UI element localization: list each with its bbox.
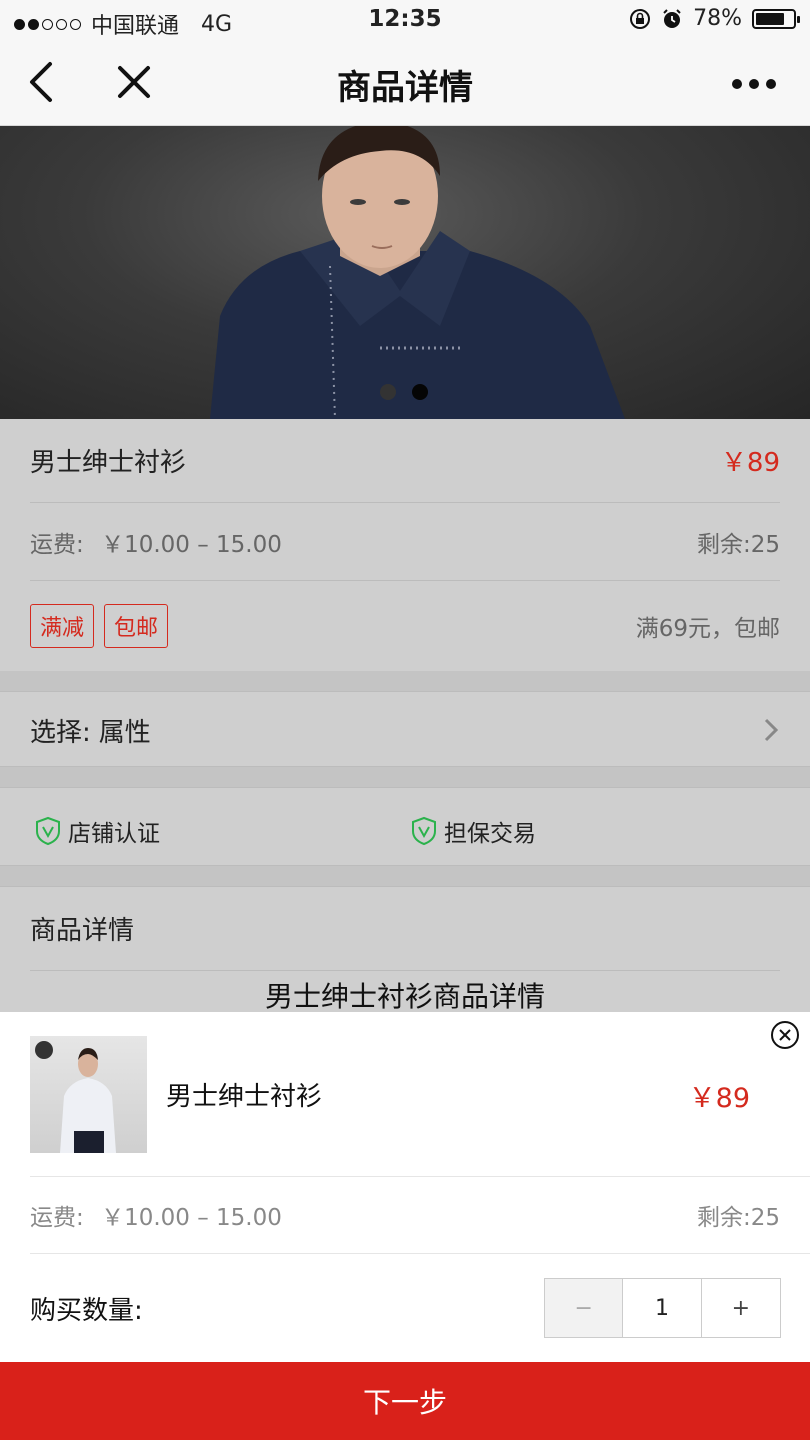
- sheet-shipping-fee: 运费: ￥10.00 – 15.00: [30, 1198, 282, 1232]
- details-section: 商品详情 男士绅士衬衫商品详情: [0, 886, 810, 1013]
- chevron-right-icon: [764, 718, 779, 742]
- stock-count: 剩余:25: [696, 531, 780, 558]
- divider: [0, 671, 810, 691]
- product-info-section: 男士绅士衬衫 ￥89 运费: ￥10.00 – 15.00 剩余:25 满减 包邮…: [0, 419, 810, 671]
- badge-secured-trade: 担保交易: [410, 814, 536, 848]
- increase-quantity-button[interactable]: +: [701, 1279, 781, 1337]
- purchase-sheet: 男士绅士衬衫 ￥89 运费: ￥10.00 – 15.00 剩余:25 购买数量…: [0, 1012, 810, 1362]
- next-step-button[interactable]: 下一步: [0, 1362, 810, 1440]
- shield-check-icon: [412, 816, 436, 846]
- product-photo: [210, 126, 625, 419]
- status-bar: 中国联通 4G 12:35 78%: [0, 0, 810, 42]
- sheet-product-name: 男士绅士衬衫: [166, 1082, 323, 1112]
- rotation-lock-icon: [630, 8, 651, 29]
- page-title: 商品详情: [337, 68, 473, 108]
- quantity-stepper: − 1 +: [544, 1278, 781, 1338]
- tag-discount: 满减: [30, 604, 95, 648]
- more-options-icon[interactable]: [726, 64, 782, 104]
- close-circle-icon[interactable]: [770, 1020, 800, 1050]
- divider: [0, 866, 810, 886]
- shipping-label: 运费:: [30, 1205, 84, 1231]
- promo-text: 满69元，包邮: [635, 616, 780, 642]
- badge-label: 店铺认证: [68, 821, 160, 847]
- product-name: 男士绅士衬衫: [30, 448, 187, 478]
- shipping-fee: 运费: ￥10.00 – 15.00: [30, 525, 282, 559]
- select-value: 属性: [98, 717, 151, 748]
- product-thumbnail: [30, 1036, 147, 1153]
- navigation-bar: 商品详情: [0, 42, 810, 126]
- divider: [0, 767, 810, 787]
- carousel-pager: [380, 384, 428, 400]
- details-subtitle: 男士绅士衬衫商品详情: [264, 980, 545, 1013]
- quantity-label: 购买数量:: [30, 1296, 143, 1326]
- product-price: ￥89: [720, 448, 780, 478]
- details-heading: 商品详情: [30, 916, 135, 946]
- sheet-product-price: ￥89: [688, 1083, 750, 1114]
- alarm-icon: [663, 8, 681, 28]
- quantity-input[interactable]: 1: [623, 1279, 702, 1337]
- shipping-label: 运费:: [30, 531, 84, 558]
- carousel-dot-active[interactable]: [412, 384, 428, 400]
- carousel-dot[interactable]: [380, 384, 396, 400]
- shipping-value: ￥10.00 – 15.00: [101, 531, 282, 558]
- shield-check-icon: [36, 816, 60, 846]
- decrease-quantity-button[interactable]: −: [545, 1279, 624, 1337]
- select-label: 选择:: [30, 717, 91, 748]
- battery-icon: [752, 8, 800, 29]
- badge-label: 担保交易: [444, 821, 536, 847]
- badge-store-verified: 店铺认证: [34, 814, 160, 848]
- product-image-carousel[interactable]: [0, 126, 810, 419]
- tag-free-shipping: 包邮: [104, 604, 169, 648]
- select-attributes-row[interactable]: 选择: 属性: [0, 691, 810, 767]
- sheet-stock-count: 剩余:25: [696, 1205, 780, 1231]
- guarantee-badges: 店铺认证 担保交易: [0, 787, 810, 866]
- battery-percent: 78%: [693, 6, 742, 31]
- shipping-value: ￥10.00 – 15.00: [101, 1205, 282, 1231]
